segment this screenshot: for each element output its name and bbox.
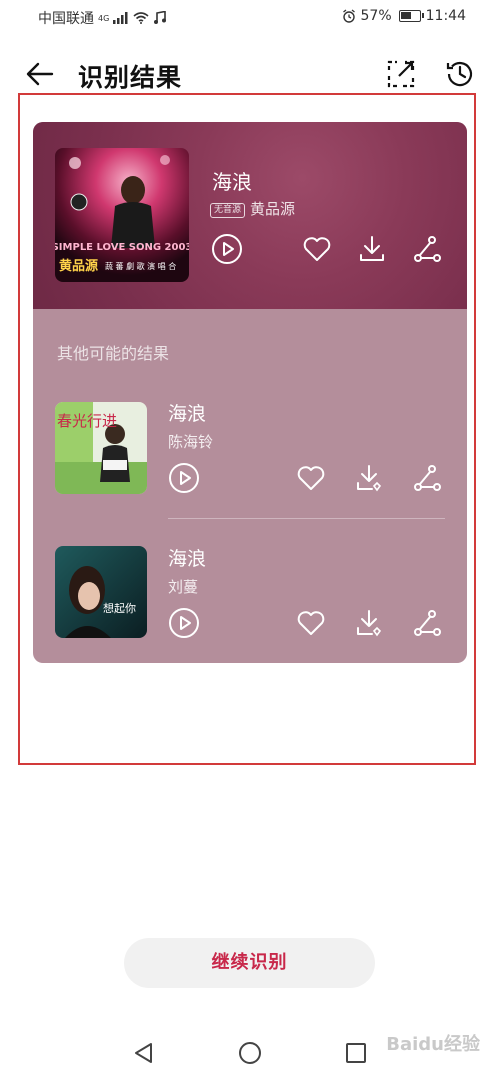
- continue-recognize-button[interactable]: 继续识别: [124, 938, 375, 988]
- status-left: 中国联通 4G: [38, 8, 167, 28]
- other-artist-1: 陈海铃: [168, 433, 214, 451]
- page-title: 识别结果: [78, 63, 183, 92]
- watermark-text: Baidu经验: [386, 1034, 480, 1055]
- other-download-button-1[interactable]: [353, 462, 385, 494]
- battery-icon: [398, 10, 424, 22]
- other-song-title-1: 海浪: [168, 403, 207, 425]
- other-results-label: 其他可能的结果: [57, 344, 170, 363]
- share-screen-button[interactable]: [385, 58, 417, 90]
- wifi-icon: [133, 12, 149, 24]
- signal-icon: [113, 12, 128, 24]
- main-share-button[interactable]: [411, 233, 443, 265]
- other-song-title-2: 海浪: [168, 548, 207, 570]
- no-source-tag: 无音源: [210, 203, 246, 218]
- cover-text-2: 黄品源: [59, 258, 98, 274]
- nav-recents-square-icon: [346, 1043, 366, 1063]
- clock-time: 11:44: [425, 8, 466, 24]
- other-like-button-2[interactable]: [295, 607, 327, 639]
- heart-icon: [303, 237, 331, 261]
- album-art-image: 春光行进: [55, 402, 147, 494]
- results-divider: [168, 518, 445, 519]
- back-button[interactable]: [24, 58, 56, 90]
- nav-recents-button[interactable]: [343, 1040, 369, 1066]
- share-icon: [414, 236, 441, 262]
- other-album-cover-1[interactable]: 春光行进: [55, 402, 147, 494]
- other-download-button-2[interactable]: [353, 607, 385, 639]
- other-album-cover-2[interactable]: 想起你: [55, 546, 147, 638]
- heart-icon: [297, 611, 325, 635]
- other-share-button-2[interactable]: [411, 607, 443, 639]
- music-note-icon: [154, 11, 167, 24]
- album-art-image: 想起你: [55, 546, 147, 638]
- album-art-image: SIMPLE LOVE SONG 2003 黄品源 蔬 蕃 劇 歌 演 唱 合: [55, 148, 189, 282]
- nav-back-button[interactable]: [131, 1040, 157, 1066]
- main-play-button[interactable]: [211, 233, 243, 265]
- other-artist-2: 刘蔓: [168, 578, 199, 596]
- nav-home-button[interactable]: [237, 1040, 263, 1066]
- main-album-cover[interactable]: SIMPLE LOVE SONG 2003 黄品源 蔬 蕃 劇 歌 演 唱 合: [55, 148, 189, 282]
- battery-percent: 57%: [360, 8, 392, 24]
- cover-text-other-1: 春光行进: [57, 412, 117, 430]
- main-result: SIMPLE LOVE SONG 2003 黄品源 蔬 蕃 劇 歌 演 唱 合 …: [33, 122, 467, 309]
- share-icon: [414, 610, 441, 636]
- other-play-button-1[interactable]: [168, 462, 200, 494]
- history-button[interactable]: [444, 58, 476, 90]
- share-icon: [414, 465, 441, 491]
- battery-level: [400, 12, 411, 19]
- back-arrow-icon: [26, 62, 54, 86]
- play-icon: [169, 463, 199, 493]
- play-icon: [169, 608, 199, 638]
- status-bar: 中国联通 4G 57% 11:44: [0, 0, 500, 34]
- cover-text-other-2: 想起你: [103, 601, 136, 615]
- cover-text-1: SIMPLE LOVE SONG 2003: [55, 242, 189, 253]
- other-like-button-1[interactable]: [295, 462, 327, 494]
- alarm-icon: [342, 9, 355, 23]
- network-type: 4G: [98, 13, 110, 23]
- main-song-title: 海浪: [212, 170, 252, 194]
- heart-icon: [297, 466, 325, 490]
- history-clock-icon: [446, 61, 473, 87]
- other-share-button-1[interactable]: [411, 462, 443, 494]
- status-right: 57% 11:44: [342, 8, 466, 24]
- nav-home-circle-icon: [239, 1042, 261, 1064]
- expand-share-icon: [387, 60, 415, 88]
- main-artist-name: 黄品源: [250, 200, 296, 218]
- main-download-button[interactable]: [356, 233, 388, 265]
- download-icon: [360, 236, 384, 261]
- carrier-text: 中国联通: [38, 11, 94, 27]
- main-artist-line: 无音源 黄品源: [210, 198, 295, 219]
- download-diamond-icon: [357, 465, 382, 492]
- result-card: SIMPLE LOVE SONG 2003 黄品源 蔬 蕃 劇 歌 演 唱 合 …: [33, 122, 467, 663]
- nav-back-triangle-icon: [135, 1043, 152, 1063]
- play-icon: [212, 234, 242, 264]
- download-diamond-icon: [357, 610, 382, 637]
- main-like-button[interactable]: [301, 233, 333, 265]
- other-play-button-2[interactable]: [168, 607, 200, 639]
- cover-text-3: 蔬 蕃 劇 歌 演 唱 合: [105, 261, 176, 271]
